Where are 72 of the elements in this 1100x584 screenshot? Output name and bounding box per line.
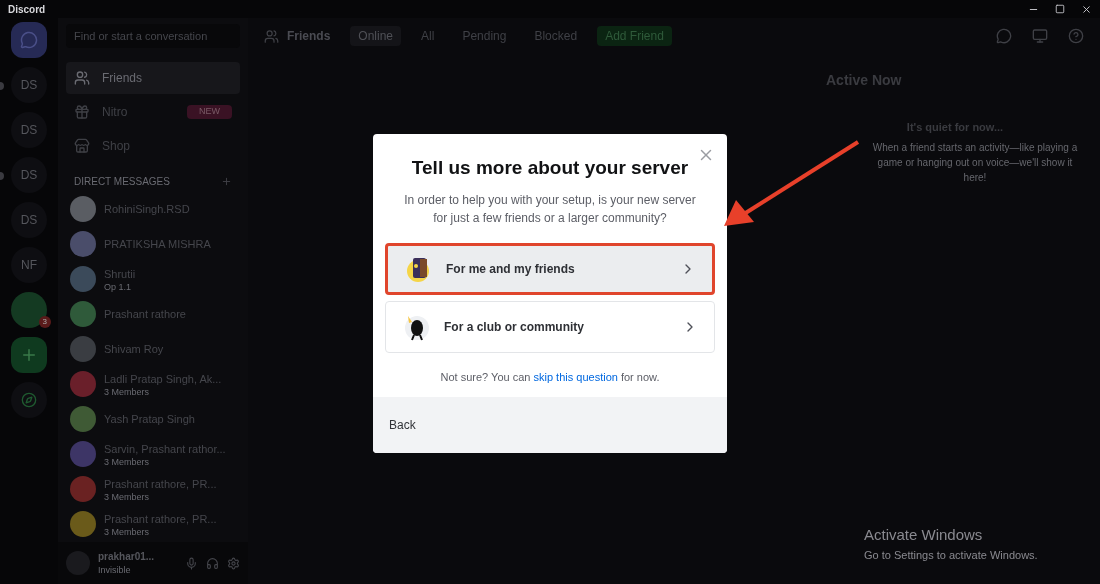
tab[interactable]: Pending: [454, 26, 515, 46]
dm-item[interactable]: Prashant rathore, PR... 3 Members: [66, 473, 240, 505]
dm-name: RohiniSingh.RSD: [104, 201, 190, 217]
server-icon[interactable]: NF: [11, 247, 47, 283]
watermark-title: Activate Windows: [864, 525, 984, 545]
user-status: Invisible: [98, 563, 132, 577]
add-server-button[interactable]: [11, 337, 47, 373]
maximize-icon[interactable]: [1055, 3, 1065, 14]
section-header: DIRECT MESSAGES: [74, 175, 170, 189]
dm-item[interactable]: Shivam Roy: [66, 333, 240, 365]
new-badge: NEW: [187, 105, 232, 119]
dm-item[interactable]: Sarvin, Prashant rathor... 3 Members: [66, 438, 240, 470]
nav-icon: [74, 70, 90, 86]
dm-name: Shrutii: [104, 266, 136, 282]
home-button[interactable]: [11, 22, 47, 58]
server-icon[interactable]: DS: [11, 157, 47, 193]
empty-state-text: When a friend starts an activity—like playing a game or hanging out on voice—we'll show it here!: [871, 140, 1079, 185]
dm-name: Sarvin, Prashant rathor...: [104, 441, 226, 457]
dm-name: Yash Pratap Singh: [104, 411, 195, 427]
server-icon[interactable]: DS: [11, 112, 47, 148]
new-group-dm-icon[interactable]: [996, 28, 1012, 44]
dm-subtitle: 3 Members: [104, 457, 150, 468]
modal-subtitle: In order to help you with your setup, is your new server for just a few friends or a larger community?: [403, 191, 697, 227]
headphones-icon[interactable]: [206, 556, 219, 570]
server-icon[interactable]: DS: [11, 67, 47, 103]
dm-item[interactable]: Shrutii Op 1.1: [66, 263, 240, 295]
friends-icon: [264, 28, 279, 44]
close-icon[interactable]: [1081, 3, 1092, 15]
server-avatar[interactable]: [11, 292, 47, 328]
settings-icon[interactable]: [227, 556, 240, 570]
window-title: Discord: [8, 2, 46, 17]
dm-subtitle: 3 Members: [104, 387, 150, 398]
option-button[interactable]: For me and my friends: [385, 242, 715, 295]
nav-icon: [74, 104, 90, 120]
dm-subtitle: 3 Members: [104, 527, 150, 538]
dm-name: Prashant rathore, PR...: [104, 476, 217, 492]
dm-subtitle: Op 1.1: [104, 282, 133, 293]
help-icon[interactable]: [1068, 28, 1084, 44]
nav-icon: [74, 138, 90, 154]
dm-item[interactable]: Prashant rathore: [66, 298, 240, 330]
plus-icon: [20, 346, 38, 364]
dm-subtitle: 3 Members: [104, 492, 150, 503]
plus-icon[interactable]: [221, 176, 232, 187]
dm-name: Ladli Pratap Singh, Ak...: [104, 371, 222, 387]
back-button[interactable]: Back: [389, 416, 416, 434]
dm-item[interactable]: Prashant rathore, PR... 3 Members: [66, 508, 240, 540]
microphone-icon[interactable]: [185, 556, 198, 570]
watermark-text: Go to Settings to activate Windows.: [864, 547, 1038, 563]
explore-button[interactable]: [11, 382, 47, 418]
dm-name: PRATIKSHA MISHRA: [104, 236, 211, 252]
server-icon[interactable]: DS: [11, 202, 47, 238]
tab[interactable]: All: [413, 26, 443, 46]
dm-item[interactable]: RohiniSingh.RSD: [66, 193, 240, 225]
username: prakhar01...: [98, 549, 156, 564]
dm-item[interactable]: Yash Pratap Singh: [66, 403, 240, 435]
skip-link[interactable]: skip this question: [533, 370, 618, 383]
tab[interactable]: Blocked: [526, 26, 586, 46]
page-title: Friends: [287, 28, 331, 45]
tab[interactable]: Online: [350, 26, 402, 46]
search-field[interactable]: Find or start a conversation: [66, 24, 240, 48]
modal-title: Tell us more about your server: [411, 156, 689, 180]
option-button[interactable]: For a club or community: [385, 300, 715, 353]
dm-name: Prashant rathore: [104, 306, 186, 322]
dm-item[interactable]: Ladli Pratap Singh, Ak... 3 Members: [66, 368, 240, 400]
discord-logo-icon: [20, 31, 38, 49]
compass-icon: [21, 392, 37, 408]
dm-name: Prashant rathore, PR...: [104, 511, 217, 527]
dm-name: Shivam Roy: [104, 341, 164, 357]
inbox-icon[interactable]: [1032, 28, 1048, 44]
skip-note: Not sure? You can skip this question for now.: [439, 369, 661, 385]
dm-item[interactable]: PRATIKSHA MISHRA: [66, 228, 240, 260]
nav-item[interactable]: Friends: [66, 62, 240, 94]
